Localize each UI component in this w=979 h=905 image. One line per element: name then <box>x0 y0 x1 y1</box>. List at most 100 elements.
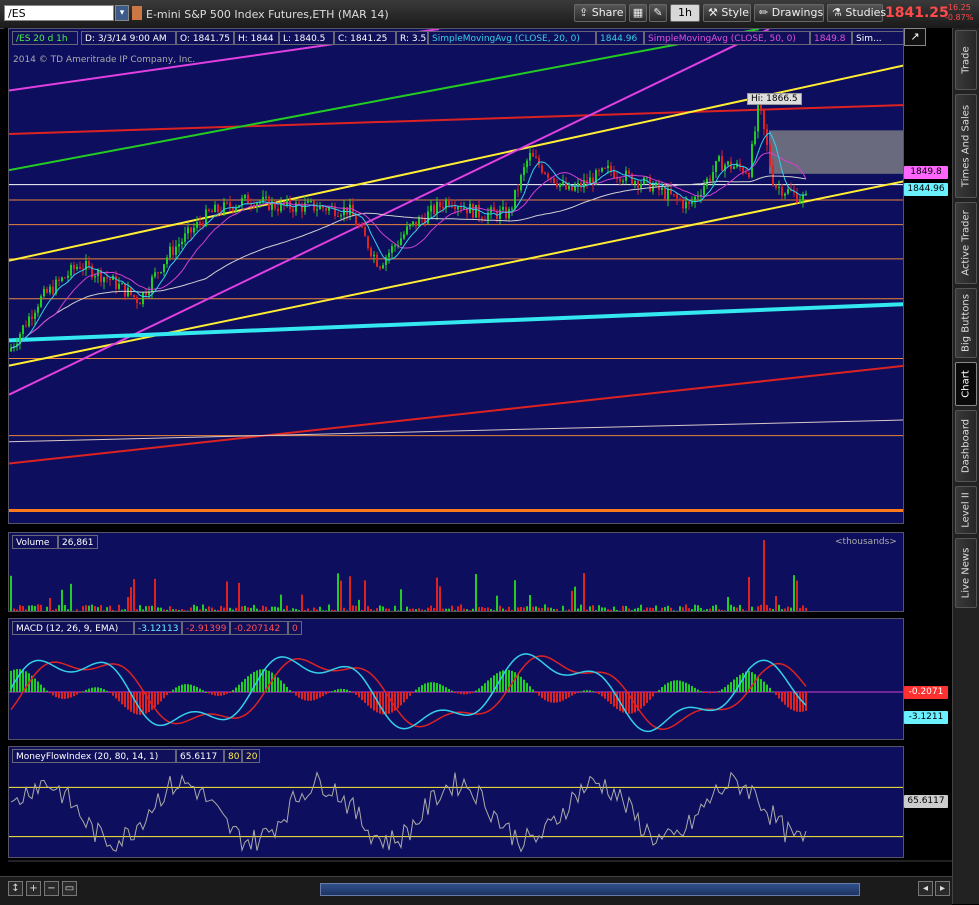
side-tab-chart[interactable]: Chart <box>955 362 977 406</box>
style-button[interactable]: ⚒ Style <box>703 4 751 22</box>
macd-histogram-bar <box>49 692 51 693</box>
side-tab-trade[interactable]: Trade <box>955 30 977 90</box>
autoscale-icon[interactable]: ↗ <box>904 28 926 46</box>
symbol-input[interactable]: /ES <box>4 5 114 21</box>
macd-histogram-bar <box>217 692 219 696</box>
macd-histogram-bar <box>571 692 573 696</box>
sma20-label[interactable]: SimpleMovingAvg (CLOSE, 20, 0) <box>428 31 596 45</box>
macd-histogram-bar <box>178 686 180 692</box>
expand-icon[interactable]: ▭ <box>62 881 77 896</box>
symbol-dropdown-button[interactable]: ▾ <box>115 5 129 21</box>
macd-histogram-bar <box>109 692 111 693</box>
volume-bar <box>67 609 69 611</box>
candle-body <box>310 201 312 202</box>
volume-bar <box>169 606 171 611</box>
side-tab-times-and-sales[interactable]: Times And Sales <box>955 94 977 198</box>
bar-date: D: 3/3/14 9:00 AM <box>81 31 176 45</box>
volume-bar <box>319 607 321 611</box>
volume-bar <box>778 605 780 611</box>
macd-histogram-bar <box>580 691 582 692</box>
drawing-tool-icon[interactable]: ↕ <box>8 881 23 896</box>
volume-label[interactable]: Volume <box>12 535 58 549</box>
macd-histogram-bar <box>604 692 606 699</box>
volume-bar <box>361 610 363 611</box>
macd-histogram-bar <box>805 692 807 711</box>
sma50-label[interactable]: SimpleMovingAvg (CLOSE, 50, 0) <box>644 31 810 45</box>
aggregation-label[interactable]: /ES 20 d 1h <box>12 31 78 45</box>
candle-body <box>190 227 192 232</box>
volume-bar <box>49 598 51 611</box>
macd-histogram-bar <box>682 681 684 692</box>
volume-bar <box>652 608 654 611</box>
candle-body <box>136 297 138 303</box>
scroll-right-icon[interactable]: ▸ <box>935 881 950 896</box>
volume-bar <box>382 607 384 611</box>
price-axis[interactable] <box>904 28 952 524</box>
volume-bar <box>193 605 195 611</box>
volume-bar <box>583 573 585 611</box>
volume-bar <box>529 595 531 611</box>
zoom-in-icon[interactable]: + <box>26 881 41 896</box>
volume-pane[interactable]: Volume 26,861 <thousands> <box>8 532 904 612</box>
link-icon[interactable] <box>132 6 142 20</box>
candle-body <box>634 181 636 184</box>
candle-body <box>733 167 735 169</box>
macd-histogram-bar <box>172 690 174 692</box>
bottom-toolbar: ↕ + − ▭ ◂ ▸ <box>0 876 952 905</box>
volume-bar <box>463 609 465 611</box>
scroll-left-icon[interactable]: ◂ <box>918 881 933 896</box>
share-button[interactable]: ⇪ Share <box>574 4 626 22</box>
macd-histogram-bar <box>769 688 771 692</box>
volume-bar <box>235 608 237 611</box>
macd-histogram-bar <box>355 692 357 695</box>
side-tab-dashboard[interactable]: Dashboard <box>955 410 977 482</box>
macd-histogram-bar <box>106 691 108 692</box>
volume-bar <box>154 579 156 611</box>
volume-bar <box>727 597 729 611</box>
mfi-label[interactable]: MoneyFlowIndex (20, 80, 14, 1) <box>12 749 176 763</box>
candle-body <box>340 215 342 216</box>
macd-histogram-bar <box>679 681 681 692</box>
studies-button[interactable]: ⚗ Studies <box>827 4 883 22</box>
settings-button[interactable]: ✎ <box>649 4 667 22</box>
macd-histogram-bar <box>778 692 780 698</box>
macd-histogram-bar <box>781 692 783 702</box>
zoom-out-icon[interactable]: − <box>44 881 59 896</box>
drawings-button[interactable]: ✏ Drawings <box>754 4 824 22</box>
mfi-pane[interactable]: MoneyFlowIndex (20, 80, 14, 1) 65.6117 8… <box>8 746 904 858</box>
volume-bar <box>742 609 744 611</box>
side-tab-level-ii[interactable]: Level II <box>955 486 977 534</box>
candle-body <box>802 195 804 200</box>
volume-bar <box>790 608 792 611</box>
side-tab-big-buttons[interactable]: Big Buttons <box>955 288 977 358</box>
candle-body <box>88 261 90 266</box>
price-pane[interactable]: /ES 20 d 1h D: 3/3/14 9:00 AM O: 1841.75… <box>8 28 904 524</box>
macd-histogram-bar <box>478 688 480 692</box>
grid-button[interactable]: ▦ <box>629 4 647 22</box>
candle-body <box>622 181 624 182</box>
macd-histogram-bar <box>211 692 213 695</box>
side-tab-label: Live News <box>961 548 972 599</box>
candle-body <box>664 188 666 199</box>
volume-bar <box>352 605 354 611</box>
more-studies-label[interactable]: Sim... <box>852 31 904 45</box>
macd-histogram-bar <box>241 682 243 692</box>
time-axis[interactable] <box>4 862 952 876</box>
side-tab-label: Times And Sales <box>961 105 972 187</box>
candle-body <box>457 207 459 209</box>
volume-bar <box>436 578 438 611</box>
macd-pane[interactable]: MACD (12, 26, 9, EMA) -3.12113 -2.91399 … <box>8 618 904 740</box>
side-tab-live-news[interactable]: Live News <box>955 538 977 608</box>
volume-axis[interactable] <box>904 532 952 612</box>
volume-bar <box>409 609 411 611</box>
volume-bar <box>445 609 447 611</box>
side-tab-label: Trade <box>961 46 972 73</box>
macd-histogram-bar <box>673 680 675 692</box>
side-tab-active-trader[interactable]: Active Trader <box>955 202 977 284</box>
candle-body <box>721 156 723 171</box>
scroll-thumb[interactable] <box>320 883 860 896</box>
macd-label[interactable]: MACD (12, 26, 9, EMA) <box>12 621 134 635</box>
interval-button[interactable]: 1h <box>670 4 700 22</box>
volume-bar <box>406 607 408 611</box>
volume-bar <box>736 608 738 611</box>
